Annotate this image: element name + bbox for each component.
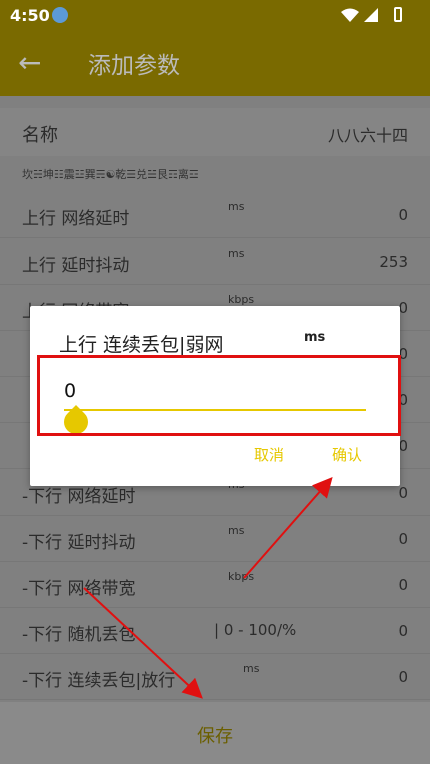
download-icon: [52, 7, 68, 23]
param-label: -下行 延时抖动: [22, 533, 136, 553]
name-value: 八八六十四: [327, 126, 408, 145]
name-row[interactable]: 名称 八八六十四: [0, 108, 430, 156]
param-row[interactable]: -下行 延时抖动 ms 0: [0, 516, 430, 562]
save-button[interactable]: 保存: [0, 702, 430, 764]
param-value: 0: [398, 622, 408, 640]
status-icons: [340, 7, 392, 27]
param-value: 0: [398, 484, 408, 502]
param-label: -下行 连续丢包|放行: [22, 671, 176, 691]
param-unit: kbps: [228, 293, 255, 306]
param-label: -下行 网络带宽: [22, 579, 136, 599]
cancel-button[interactable]: 取消: [254, 444, 284, 465]
param-value: 0: [398, 206, 408, 224]
wifi-icon: [341, 8, 378, 22]
param-row[interactable]: 上行 延时抖动 ms 253: [0, 239, 430, 285]
confirm-button[interactable]: 确认: [332, 444, 362, 465]
param-unit: ms: [228, 200, 245, 213]
param-label: 上行 网络延时: [22, 209, 130, 229]
param-label: -下行 随机丢包: [22, 625, 136, 645]
param-value: 0: [398, 530, 408, 548]
trigram-text: 坎☵坤☷震☳巽☴☯乾☰兑☱艮☶离☲: [22, 168, 199, 181]
dialog-unit: ms: [304, 330, 326, 345]
param-value: 0: [398, 576, 408, 594]
param-unit: | 0 - 100/%: [214, 621, 297, 639]
save-label: 保存: [197, 726, 233, 747]
status-time: 4:50: [10, 6, 50, 25]
param-value: 253: [379, 253, 408, 271]
param-unit: kbps: [228, 570, 255, 583]
page-title: 添加参数: [88, 53, 180, 79]
param-row[interactable]: -下行 随机丢包 | 0 - 100/% 0: [0, 608, 430, 654]
status-bar: 4:50: [0, 0, 430, 30]
param-unit: ms: [228, 524, 245, 537]
dialog-title: 上行 连续丢包|弱网: [59, 334, 224, 356]
param-value: 0: [398, 668, 408, 686]
param-unit: ms: [243, 662, 260, 675]
param-unit: ms: [228, 247, 245, 260]
arrow-left-icon[interactable]: ←: [18, 46, 41, 79]
param-label: 上行 延时抖动: [22, 256, 130, 276]
battery-icon: [394, 7, 402, 22]
param-row[interactable]: 上行 网络延时 ms 0: [0, 192, 430, 238]
param-row[interactable]: -下行 网络带宽 kbps 0: [0, 562, 430, 608]
highlight-box: [37, 355, 401, 436]
app-bar: ← 添加参数: [0, 30, 430, 96]
name-label: 名称: [22, 125, 58, 146]
param-row[interactable]: -下行 连续丢包|放行 ms 0: [0, 654, 430, 700]
